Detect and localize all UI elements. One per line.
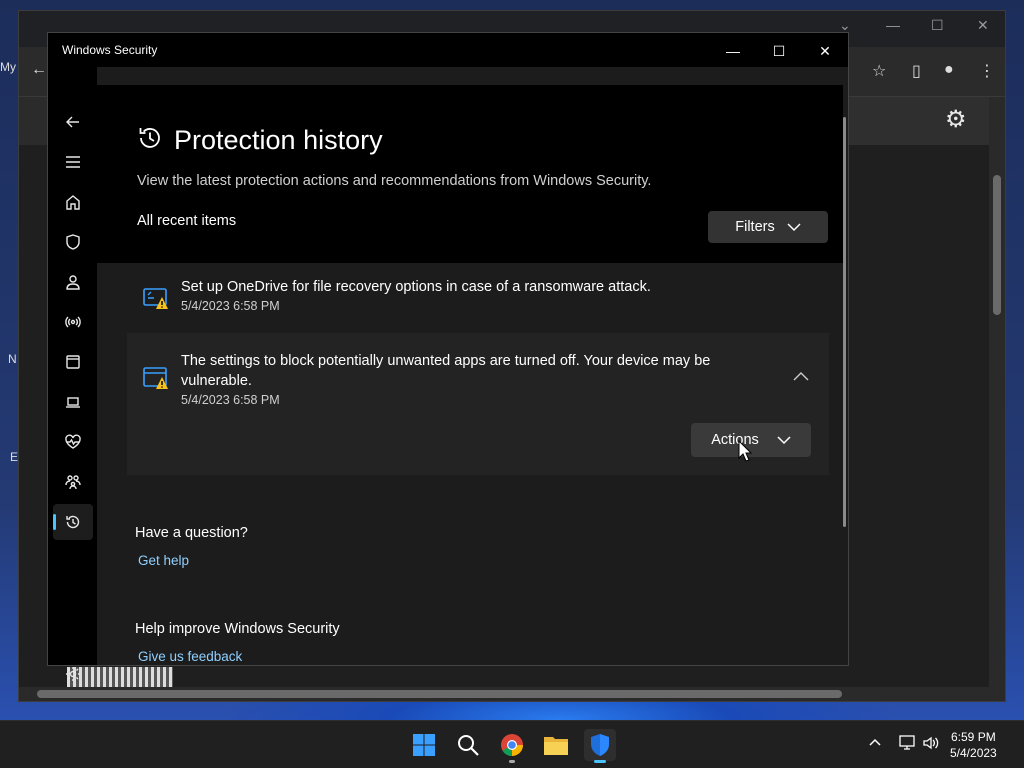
close-icon[interactable]: ✕: [977, 17, 989, 34]
page-title: Protection history: [174, 125, 383, 155]
start-icon: [413, 734, 435, 756]
nav-device-performance[interactable]: [53, 424, 93, 460]
star-icon[interactable]: ☆: [872, 61, 886, 81]
taskbar: 6:59 PM 5/4/2023: [0, 720, 1024, 768]
chevron-up-icon[interactable]: [868, 735, 882, 754]
section-label: All recent items: [137, 213, 237, 229]
content-scrollbar[interactable]: [843, 117, 846, 527]
maximize-button[interactable]: ☐: [756, 37, 802, 65]
gear-icon[interactable]: ⚙: [945, 105, 967, 134]
volume-icon[interactable]: [922, 735, 940, 756]
windows-security-taskbar-button[interactable]: [584, 729, 616, 763]
back-arrow-icon[interactable]: ←: [31, 61, 47, 79]
history-item-date: 5/4/2023 6:58 PM: [181, 299, 280, 313]
history-icon: [66, 515, 80, 529]
chrome-taskbar-button[interactable]: [496, 729, 528, 763]
family-icon: [65, 475, 81, 490]
help-question-title: Have a question?: [135, 525, 248, 541]
page-description: View the latest protection actions and r…: [137, 173, 652, 189]
maximize-icon[interactable]: ☐: [931, 17, 944, 34]
app-window-icon: [66, 355, 80, 369]
wireless-signal-icon: [65, 316, 81, 328]
history-item-message: The settings to block potentially unwant…: [181, 353, 711, 369]
nav-account-protection[interactable]: [53, 264, 93, 300]
filters-button[interactable]: Filters: [708, 211, 828, 243]
windows-security-window[interactable]: Windows Security — ☐ ✕ Protection histor…: [47, 32, 849, 681]
clock-date: 5/4/2023: [950, 746, 997, 760]
nav-app-browser-control[interactable]: [53, 344, 93, 380]
file-explorer-icon: [544, 737, 568, 755]
history-item-message: Set up OneDrive for file recovery option…: [181, 279, 651, 295]
background-text-fragment: N: [8, 352, 17, 366]
side-panel-icon[interactable]: ▯: [912, 61, 921, 81]
chevron-down-icon: [777, 436, 791, 445]
search-icon: [458, 735, 479, 756]
chevron-up-icon[interactable]: [793, 369, 809, 385]
history-item-date: 5/4/2023 6:58 PM: [181, 393, 280, 407]
page-header-strip: [849, 97, 1005, 145]
close-button[interactable]: ✕: [802, 37, 848, 65]
menu-button[interactable]: [53, 144, 93, 180]
main-content: Protection history View the latest prote…: [97, 67, 848, 665]
vertical-scrollbar[interactable]: [989, 97, 1005, 687]
warning-app-icon: [143, 367, 168, 389]
file-explorer-button[interactable]: [540, 729, 572, 761]
profile-icon[interactable]: ●: [944, 61, 954, 79]
heart-pulse-icon: [65, 434, 81, 449]
history-item-message-continued: vulnerable.: [181, 373, 252, 389]
start-button[interactable]: [408, 729, 440, 761]
clock-time: 6:59 PM: [951, 730, 996, 744]
nav-device-security[interactable]: [53, 384, 93, 420]
windows-security-icon: [591, 734, 609, 756]
nav-family-options[interactable]: [53, 464, 93, 500]
home-icon: [66, 195, 80, 210]
search-button[interactable]: [452, 729, 484, 761]
nav-virus-threat-protection[interactable]: [53, 224, 93, 260]
chevron-down-icon: [787, 223, 801, 232]
navigation-sidebar: [48, 67, 97, 681]
filters-label: Filters: [735, 219, 775, 235]
window-title: Windows Security: [62, 43, 158, 57]
improve-title: Help improve Windows Security: [135, 621, 340, 637]
network-icon[interactable]: [898, 735, 916, 756]
hamburger-menu-icon: [66, 156, 80, 168]
get-help-link[interactable]: Get help: [138, 553, 189, 568]
background-text-fragment: E: [10, 450, 19, 464]
horizontal-scrollbar[interactable]: [19, 687, 1005, 701]
nav-firewall-network[interactable]: [53, 304, 93, 340]
person-icon: [66, 275, 80, 290]
history-icon: [139, 128, 160, 148]
laptop-icon: [66, 397, 80, 408]
minimize-button[interactable]: —: [710, 37, 756, 65]
warning-onedrive-icon: [143, 288, 168, 309]
back-arrow-icon: [66, 116, 79, 128]
shield-icon: [66, 234, 80, 250]
background-text-fragment: My: [0, 60, 16, 74]
minimize-icon[interactable]: —: [886, 17, 900, 33]
chrome-icon: [501, 734, 523, 756]
history-item[interactable]: Set up OneDrive for file recovery option…: [127, 263, 829, 333]
more-menu-icon[interactable]: ⋮: [979, 61, 995, 81]
title-bar[interactable]: Windows Security — ☐ ✕: [48, 33, 848, 67]
gear-icon: [66, 667, 80, 681]
nav-settings[interactable]: [53, 656, 93, 692]
back-button[interactable]: [53, 104, 93, 140]
history-item-expanded[interactable]: The settings to block potentially unwant…: [127, 333, 829, 475]
mouse-cursor-icon: [738, 440, 752, 462]
clock[interactable]: 6:59 PM 5/4/2023: [950, 729, 997, 761]
feedback-link[interactable]: Give us feedback: [138, 649, 242, 664]
nav-home[interactable]: [53, 184, 93, 220]
nav-protection-history[interactable]: [53, 504, 93, 540]
